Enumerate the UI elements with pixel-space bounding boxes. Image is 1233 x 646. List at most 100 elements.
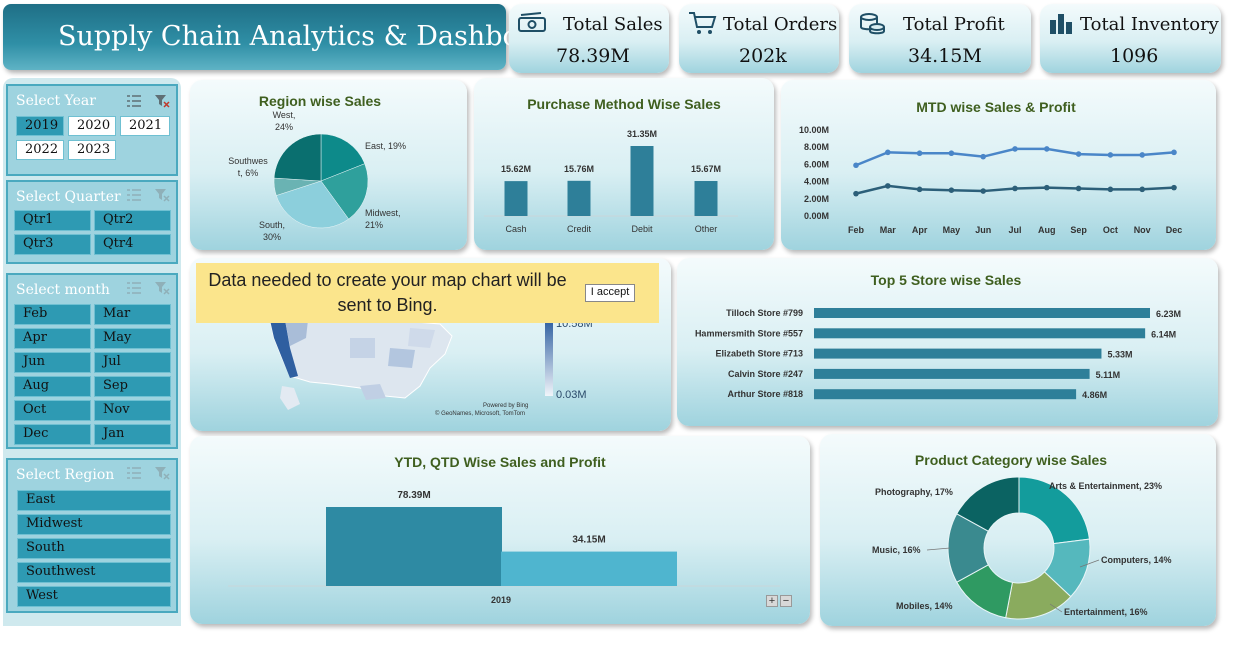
donut-data-label: Entertainment, 16% [1064,607,1148,617]
slicer-item-qtr2[interactable]: Qtr2 [94,210,171,231]
series-point [1075,151,1082,157]
series-point [1012,146,1018,152]
slicer-item-dec[interactable]: Dec [14,424,91,445]
kpi-total-inventory: Total Inventory 1096 [1040,4,1221,73]
slicer-header: Select Quarter [16,189,121,205]
slicer-item-nov[interactable]: Nov [94,400,171,421]
x-tick-label: Aug [1038,225,1056,235]
chart-product-category[interactable]: Product Category wise Sales Arts & Enter… [820,434,1216,626]
slicer-item-qtr3[interactable]: Qtr3 [14,234,91,255]
series-point [1107,152,1114,158]
chart-top-stores[interactable]: Top 5 Store wise Sales Tilloch Store #79… [677,258,1218,426]
bar-cash [504,181,528,216]
multi-select-icon[interactable] [126,466,142,480]
series-point [1044,184,1050,191]
pie-data-label: 24% [275,122,293,132]
slicer-item-2020[interactable]: 2020 [68,116,116,136]
multi-select-icon[interactable] [126,94,142,108]
accept-button[interactable]: I accept [585,284,635,302]
chart-purchase-method[interactable]: Purchase Method Wise Sales 15.62M Cash 15.… [474,78,774,250]
slicer-item-qtr1[interactable]: Qtr1 [14,210,91,231]
slicer-item-2021[interactable]: 2021 [120,116,170,136]
pie-data-label: t, 6% [238,168,259,178]
clear-filter-icon[interactable] [154,188,170,202]
store-bar [814,368,1090,379]
ytd-bar-0 [326,507,502,586]
x-tick-label: Apr [912,225,928,235]
slicer-item-jul[interactable]: Jul [94,352,171,373]
donut-data-label: Mobiles, 14% [896,601,953,611]
slicer-item-aug[interactable]: Aug [14,376,91,397]
kpi-label: Total Profit [903,14,1005,35]
x-tick-label: Jul [1008,225,1021,235]
zoom-in-button[interactable]: + [766,595,778,607]
multi-select-icon[interactable] [126,281,142,295]
slicer-item-2019[interactable]: 2019 [16,116,64,136]
multi-select-icon[interactable] [126,188,142,202]
slicer-item-may[interactable]: May [94,328,171,349]
bar-data-label: 5.33M [1107,350,1132,360]
coins-icon [860,13,885,35]
series-point [1171,184,1177,191]
donut-data-label: Music, 16% [872,545,921,555]
slicer-item-2023[interactable]: 2023 [68,140,116,160]
chart-region-sales[interactable]: Region wise Sales East, 19% Midwest, 21% So… [190,80,467,250]
slicer-item-2022[interactable]: 2022 [16,140,64,160]
slicer-header: Select Region [16,467,115,483]
notice-text: Data needed to create your map chart wil… [208,270,567,315]
slicer-item-apr[interactable]: Apr [14,328,91,349]
slicer-item-feb[interactable]: Feb [14,304,91,325]
slicer-header: Select Year [16,93,96,109]
series-point [948,187,955,193]
x-tick-label: Debit [631,224,653,234]
slicer-item-southwest[interactable]: Southwest [17,562,171,583]
store-bar [814,348,1102,359]
slicer-item-south[interactable]: South [17,538,171,559]
kpi-value: 34.15M [908,45,982,67]
slicer-item-jan[interactable]: Jan [94,424,171,445]
slicer-item-west[interactable]: West [17,586,171,607]
zoom-out-button[interactable]: − [780,595,792,607]
bar-data-label: 34.15M [572,535,605,546]
region-pie-svg: East, 19% Midwest, 21% South, 30% Southwes t, … [228,110,406,242]
series-point [980,153,986,160]
kpi-value: 202k [739,45,787,67]
slicer-item-oct[interactable]: Oct [14,400,91,421]
y-tick-label: 0.00M [804,211,829,221]
chart-mtd-sales-profit[interactable]: MTD wise Sales & Profit 0.00M 2.00M 4.00M 6… [781,80,1216,250]
slicer-month: Select month Feb Mar Apr May Jun Jul Aug… [6,273,178,449]
kpi-label: Total Orders [723,14,838,35]
kpi-total-orders: Total Orders 202k [679,4,839,73]
clear-filter-icon[interactable] [154,466,170,480]
cart-icon [689,12,717,34]
slicer-item-midwest[interactable]: Midwest [17,514,171,535]
x-tick-label: Mar [880,225,897,235]
y-tick-label: Hammersmith Store #557 [695,328,803,338]
slicer-item-jun[interactable]: Jun [14,352,91,373]
y-tick-label: 8.00M [804,142,829,152]
x-tick-label: Credit [567,224,592,234]
slicer-item-east[interactable]: East [17,490,171,511]
pie-data-label: West, [273,110,296,120]
pie-data-label: East, 19% [365,141,406,151]
chart-ytd-qtd[interactable]: YTD, QTD Wise Sales and Profit 78.39M 34.… [190,436,810,624]
clear-filter-icon[interactable] [154,281,170,295]
series-point [1171,149,1177,156]
kpi-value: 1096 [1110,45,1159,67]
clear-filter-icon[interactable] [154,94,170,108]
bar-data-label: 6.14M [1151,329,1176,339]
money-icon [518,12,546,32]
series-point [853,162,859,169]
ytd-bar-1 [501,551,677,586]
slicer-item-qtr4[interactable]: Qtr4 [94,234,171,255]
bar-data-label: 15.76M [564,164,594,174]
series-point [1044,146,1050,152]
series-point [916,186,923,193]
slicer-item-sep[interactable]: Sep [94,376,171,397]
slicer-item-mar[interactable]: Mar [94,304,171,325]
mtd-line-svg: 0.00M 2.00M 4.00M 6.00M 8.00M 10.00M Feb Mar Apr… [799,125,1182,235]
map-powered-by: Powered by Bing [483,403,529,409]
leader-line [926,547,951,551]
x-tick-label: May [943,225,961,235]
donut-data-label: Arts & Entertainment, 23% [1049,481,1162,491]
